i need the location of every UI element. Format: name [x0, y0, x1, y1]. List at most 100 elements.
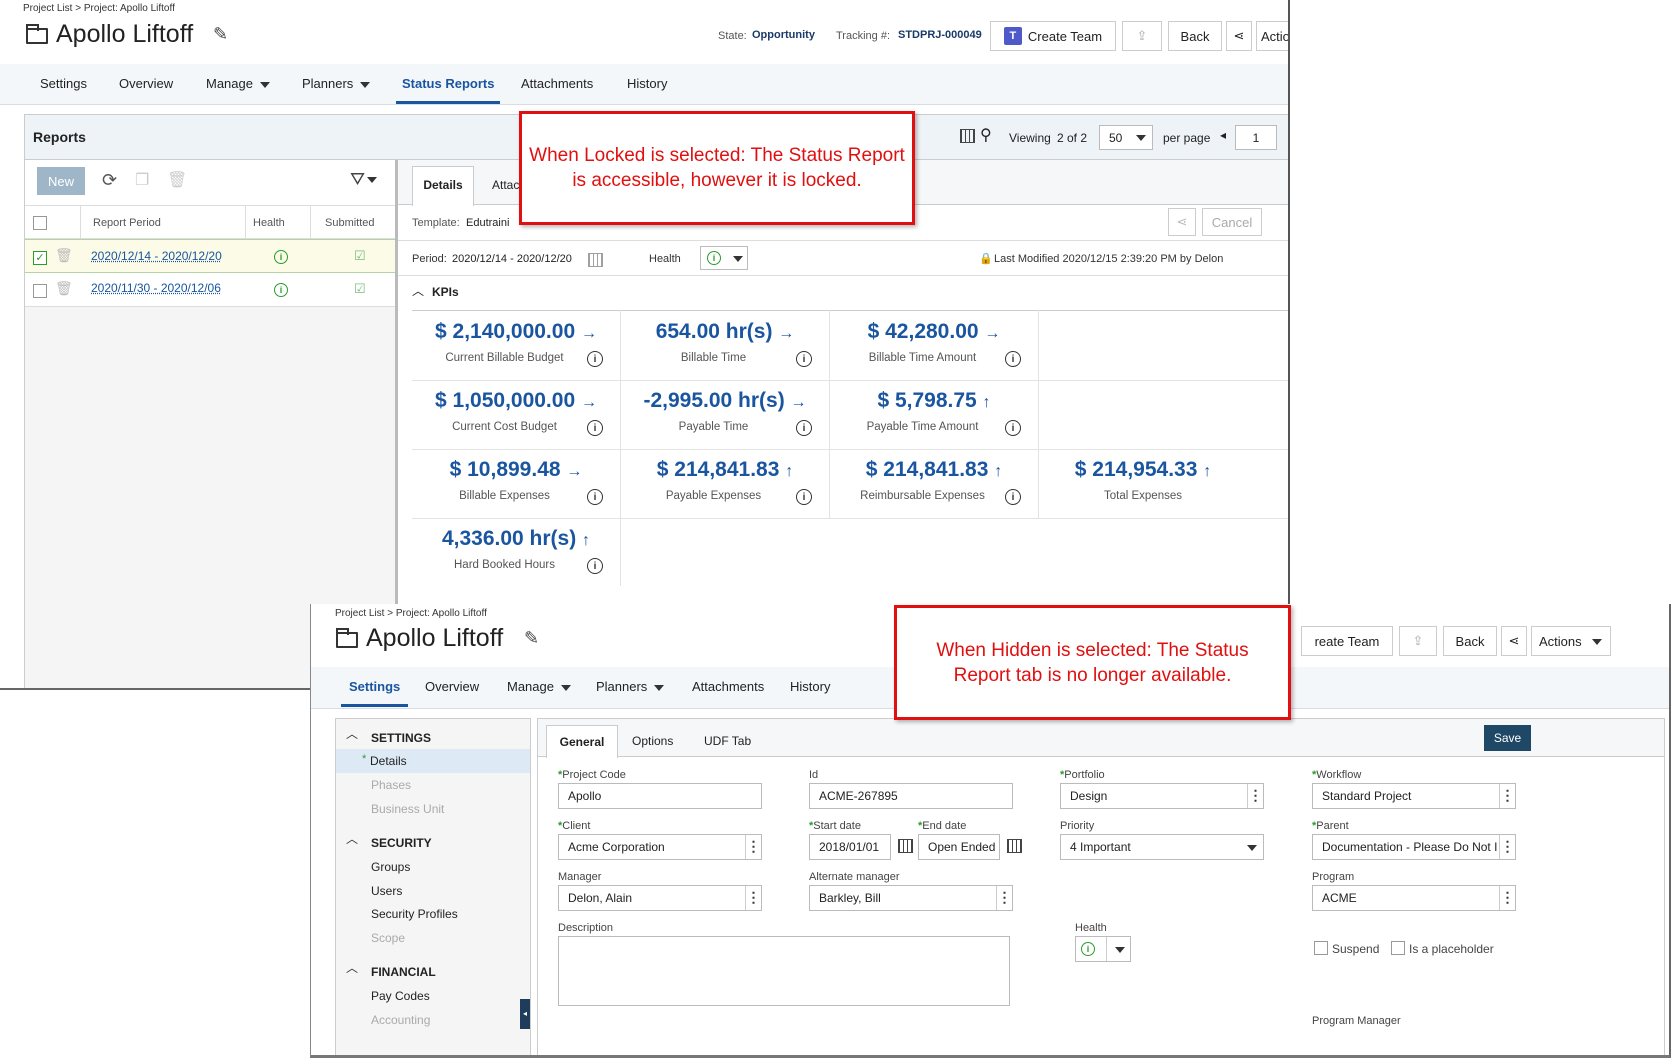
sidebar-item-accounting[interactable]: Accounting — [371, 1013, 430, 1027]
chevron-up-icon[interactable]: ︿ — [346, 725, 358, 742]
column-submitted[interactable]: Submitted — [325, 217, 375, 229]
health-select[interactable]: i — [1075, 936, 1131, 962]
row-checkbox[interactable]: ✓ — [33, 251, 47, 265]
save-button[interactable]: Save — [1484, 725, 1531, 751]
tab-settings[interactable]: Settings — [341, 679, 409, 707]
filter-icon[interactable]: ⛛ — [350, 169, 378, 190]
report-period-link[interactable]: 2020/11/30 - 2020/12/06 — [91, 281, 221, 295]
edit-pencil-icon[interactable]: ✎ — [524, 628, 539, 649]
copy-icon[interactable]: ❐ — [135, 170, 149, 190]
back-button[interactable]: Back — [1443, 626, 1497, 656]
tab-planners[interactable]: Planners — [596, 679, 665, 694]
info-icon[interactable]: i — [796, 351, 812, 367]
create-team-button[interactable]: reate Team — [1301, 626, 1393, 656]
tab-overview[interactable]: Overview — [425, 679, 479, 694]
manager-input[interactable]: Delon, Alain ⋮ — [558, 885, 762, 911]
sidebar-item-business-unit[interactable]: Business Unit — [371, 802, 444, 816]
placeholder-checkbox[interactable] — [1391, 941, 1405, 955]
chevron-up-icon[interactable]: ︿ — [346, 830, 358, 847]
export-icon[interactable]: ⇪ — [1399, 626, 1437, 656]
tab-details[interactable]: Details — [412, 166, 474, 206]
project-code-input[interactable]: Apollo — [558, 783, 762, 809]
table-row[interactable]: 🗑 2020/11/30 - 2020/12/06 i ☑ — [25, 273, 395, 307]
sidebar-item-groups[interactable]: Groups — [371, 860, 410, 874]
sidebar-item-security-profiles[interactable]: Security Profiles — [371, 907, 458, 921]
chevron-up-icon[interactable]: ︿ — [346, 959, 358, 976]
sidebar-item-phases[interactable]: Phases — [371, 778, 411, 792]
calendar-icon[interactable] — [958, 127, 978, 145]
breadcrumb[interactable]: Project List > Project: Apollo Liftoff — [335, 608, 487, 619]
trash-icon[interactable]: 🗑 — [55, 280, 73, 297]
info-icon[interactable]: i — [587, 489, 603, 505]
tab-manage[interactable]: Manage — [206, 76, 270, 91]
section-settings[interactable]: SETTINGS — [371, 731, 431, 745]
export-icon[interactable]: ⇪ — [1122, 21, 1162, 51]
edit-pencil-icon[interactable]: ✎ — [213, 24, 228, 45]
tab-planners[interactable]: Planners — [302, 76, 371, 91]
column-report-period[interactable]: Report Period — [93, 217, 161, 229]
tab-manage[interactable]: Manage — [507, 679, 571, 694]
more-icon[interactable]: ⋮ — [996, 886, 1012, 910]
info-icon[interactable]: i — [1005, 351, 1021, 367]
health-select[interactable]: i — [700, 246, 748, 270]
share-icon[interactable]: ⋖ — [1501, 626, 1527, 656]
more-icon[interactable]: ⋮ — [745, 886, 761, 910]
column-health[interactable]: Health — [253, 217, 285, 229]
info-icon[interactable]: i — [796, 489, 812, 505]
select-all-checkbox[interactable] — [33, 216, 47, 230]
refresh-icon[interactable]: ⟳ — [102, 170, 117, 191]
subtab-general[interactable]: General — [546, 725, 618, 758]
report-period-link[interactable]: 2020/12/14 - 2020/12/20 — [91, 249, 222, 263]
delete-icon[interactable]: 🗑 — [167, 170, 187, 190]
program-input[interactable]: ACME ⋮ — [1312, 885, 1516, 911]
portfolio-input[interactable]: Design ⋮ — [1060, 783, 1264, 809]
search-icon[interactable]: ⚲ — [980, 125, 992, 145]
prev-page-icon[interactable]: ◂ — [1220, 128, 1226, 142]
sidebar-item-scope[interactable]: Scope — [371, 931, 405, 945]
sidebar-item-pay-codes[interactable]: Pay Codes — [371, 989, 430, 1003]
id-input[interactable]: ACME-267895 — [809, 783, 1013, 809]
tab-settings[interactable]: Settings — [40, 76, 87, 91]
page-input[interactable]: 1 — [1235, 125, 1277, 150]
share-icon[interactable]: ⋖ — [1226, 21, 1252, 51]
tab-status-reports[interactable]: Status Reports — [396, 76, 501, 104]
description-textarea[interactable] — [558, 936, 1010, 1006]
per-page-select[interactable]: 50 — [1099, 125, 1153, 150]
collapse-sidebar-handle[interactable]: ◂ — [520, 999, 530, 1029]
more-icon[interactable]: ⋮ — [1247, 784, 1263, 808]
actions-button[interactable]: Actio — [1256, 21, 1288, 51]
create-team-button[interactable]: T Create Team — [990, 21, 1116, 51]
tab-overview[interactable]: Overview — [119, 76, 173, 91]
workflow-input[interactable]: Standard Project ⋮ — [1312, 783, 1516, 809]
more-icon[interactable]: ⋮ — [1499, 784, 1515, 808]
sidebar-item-details[interactable]: * Details — [336, 749, 530, 773]
actions-button[interactable]: Actions — [1531, 626, 1611, 656]
table-row[interactable]: ✓ 🗑 2020/12/14 - 2020/12/20 i ☑ — [25, 239, 395, 273]
section-financial[interactable]: FINANCIAL — [371, 965, 436, 979]
info-icon[interactable]: i — [796, 420, 812, 436]
tab-attachments-partial[interactable]: Attac — [492, 178, 519, 192]
tab-history[interactable]: History — [627, 76, 667, 91]
suspend-checkbox[interactable] — [1314, 941, 1328, 955]
new-button[interactable]: New — [37, 167, 85, 195]
tab-attachments[interactable]: Attachments — [692, 679, 764, 694]
cancel-button[interactable]: Cancel — [1202, 208, 1262, 236]
more-icon[interactable]: ⋮ — [745, 835, 761, 859]
calendar-icon[interactable] — [1007, 839, 1022, 853]
row-checkbox[interactable] — [33, 284, 47, 298]
trash-icon[interactable]: 🗑 — [55, 247, 73, 264]
sidebar-item-users[interactable]: Users — [371, 884, 402, 898]
client-input[interactable]: Acme Corporation ⋮ — [558, 834, 762, 860]
more-icon[interactable]: ⋮ — [1499, 886, 1515, 910]
info-icon[interactable]: i — [1005, 489, 1021, 505]
info-icon[interactable]: i — [587, 420, 603, 436]
subtab-udf[interactable]: UDF Tab — [704, 734, 751, 748]
tab-attachments[interactable]: Attachments — [521, 76, 593, 91]
calendar-icon[interactable] — [898, 839, 913, 853]
alt-manager-input[interactable]: Barkley, Bill ⋮ — [809, 885, 1013, 911]
back-button[interactable]: Back — [1168, 21, 1222, 51]
breadcrumb[interactable]: Project List > Project: Apollo Liftoff — [23, 3, 175, 14]
priority-select[interactable]: 4 Important — [1060, 834, 1264, 860]
info-icon[interactable]: i — [587, 558, 603, 574]
tab-history[interactable]: History — [790, 679, 830, 694]
